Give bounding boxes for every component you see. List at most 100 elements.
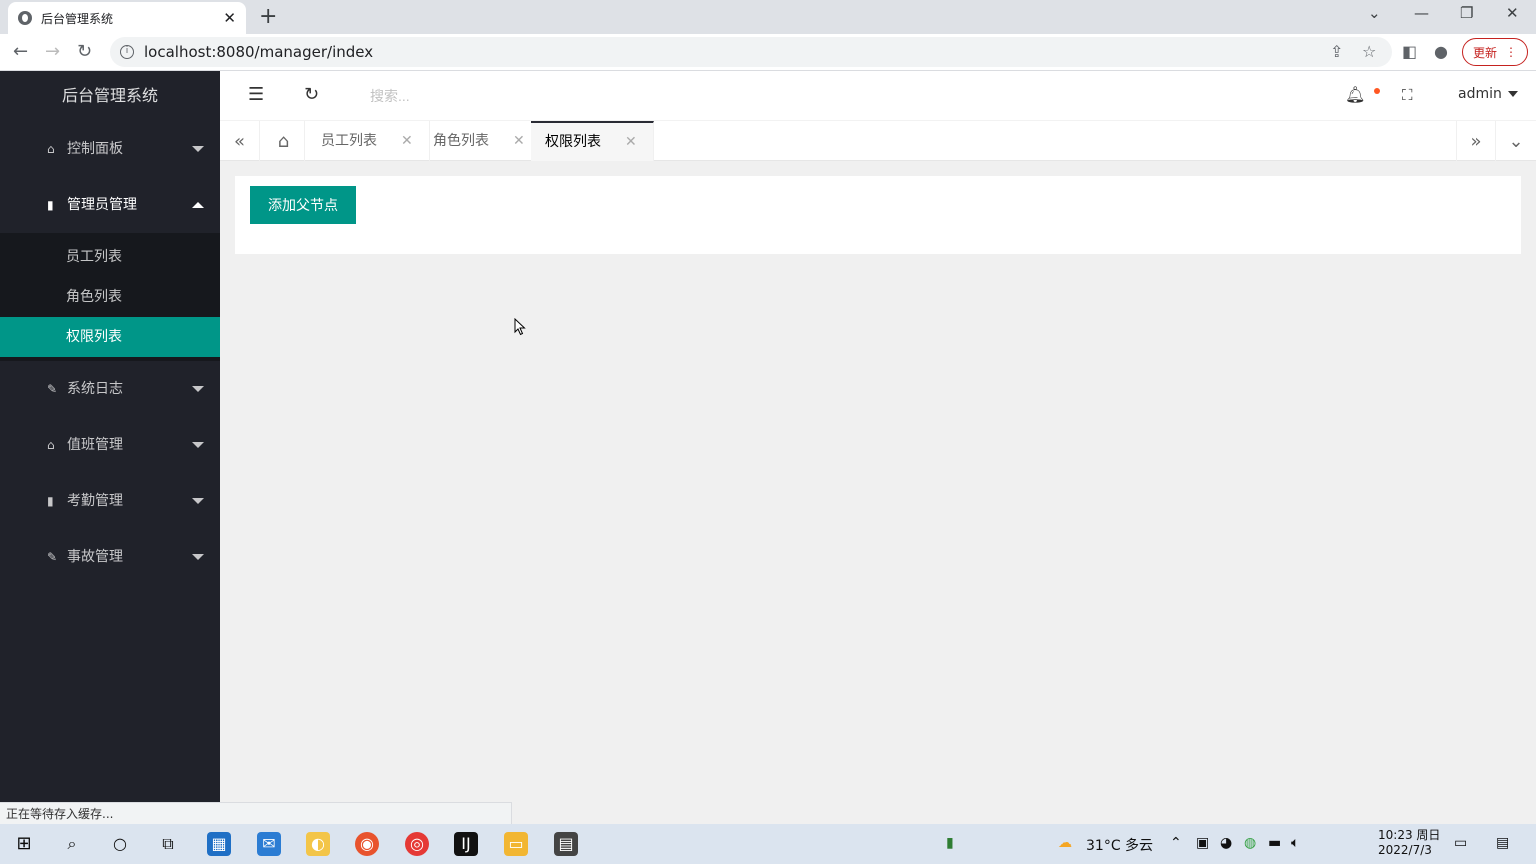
address-bar: ← → ↻ i localhost:8080/manager/index ⇪ ☆… [0,34,1536,71]
sidebar-item-label: 考勤管理 [67,493,123,509]
sidebar-item-dashboard[interactable]: ⌂ 控制面板 [0,121,220,177]
browser-tab-strip: 后台管理系统 ✕ + ⌄ — ❐ ✕ [0,0,1536,34]
back-icon[interactable]: ← [13,41,28,63]
search-input[interactable] [370,85,670,107]
restore-button[interactable]: ❐ [1460,4,1473,22]
chrome-icon[interactable]: ◎ [405,832,429,856]
taskbar: ⊞ ⌕ ○ ⧉ ▦ ✉ ◐ ◉ ◎ IJ ▭ ▤ ▮ ☁ 31°C 多云 ⌃ ▣… [0,824,1536,864]
terminal-app-icon[interactable]: ▤ [554,832,578,856]
update-button[interactable]: 更新 ⋮ [1462,38,1528,66]
close-icon[interactable]: ✕ [401,133,413,149]
sidebar-subitem-permissions[interactable]: 权限列表 [0,317,220,357]
store-icon[interactable]: ▦ [207,832,231,856]
sidebar-item-incidents[interactable]: ✎ 事故管理 [0,529,220,585]
caret-up-icon [192,202,204,208]
sidebar-item-logs[interactable]: ✎ 系统日志 [0,361,220,417]
user-menu[interactable]: admin [1458,86,1518,102]
profile-icon[interactable]: ● [1434,42,1448,61]
app-logo: 后台管理系统 [61,86,158,105]
qq-icon[interactable]: ◕ [1220,835,1232,851]
book-icon: ▮ [47,494,54,508]
add-parent-node-button[interactable]: 添加父节点 [250,186,356,224]
file-explorer-icon[interactable]: ▭ [504,832,528,856]
sync-icon[interactable]: ◍ [1244,835,1256,851]
battery-app-icon[interactable]: ▮ [946,835,954,851]
tab-label: 角色列表 [433,133,489,149]
bookmark-star-icon[interactable]: ☆ [1362,42,1376,61]
tray-app-icon[interactable]: ▣ [1196,835,1209,851]
firefox-icon[interactable]: ◉ [355,832,379,856]
minimize-button[interactable]: — [1414,4,1429,22]
new-tab-button[interactable]: + [259,4,277,30]
window-close-button[interactable]: ✕ [1506,4,1519,22]
close-icon[interactable]: ✕ [513,133,525,149]
sidebar-item-label: 值班管理 [67,437,123,453]
tab-roles[interactable]: 角色列表 ✕ [419,121,542,161]
sidebar-subitem-employees[interactable]: 员工列表 [0,237,220,277]
notification-center-icon[interactable]: ▤ [1496,835,1509,851]
clock[interactable]: 10:23 周日 2022/7/3 [1378,828,1440,858]
clock-time: 10:23 周日 [1378,828,1441,842]
cortana-icon[interactable]: ○ [108,832,132,856]
pencil-icon: ✎ [47,382,58,396]
bell-icon[interactable]: 🔔︎ [1345,85,1365,105]
browser-status-bar: 正在等待存入缓存... [0,802,512,824]
caret-down-icon [192,442,204,448]
share-icon[interactable]: ⇪ [1330,42,1343,61]
caret-down-icon [192,146,204,152]
input-method-icon[interactable]: ▭ [1454,835,1467,851]
fullscreen-icon[interactable]: ⛶ [1402,85,1413,105]
home-icon: ⌂ [47,438,55,452]
more-menu-icon: ⋮ [1505,45,1517,59]
url-field[interactable]: i localhost:8080/manager/index ⇪ ☆ [110,37,1392,67]
sidebar-submenu: 员工列表 角色列表 权限列表 [0,233,220,361]
mail-icon[interactable]: ✉ [257,832,281,856]
windows-start-icon[interactable]: ⊞ [12,832,36,856]
tabs-scroll-left-icon[interactable]: « [220,121,260,161]
menu-toggle-icon[interactable]: ☰ [248,85,264,105]
caret-down-icon [192,386,204,392]
sidebar-item-admin[interactable]: ▮ 管理员管理 [0,177,220,233]
sidebar-item-duty[interactable]: ⌂ 值班管理 [0,417,220,473]
page-tabs: « ⌂ 员工列表 ✕ 角色列表 ✕ 权限列表 ✕ » ⌄ [220,121,1536,161]
network-icon[interactable]: ▬ [1268,835,1281,851]
sidebar-item-attendance[interactable]: ▮ 考勤管理 [0,473,220,529]
browser-tab[interactable]: 后台管理系统 ✕ [8,2,246,34]
notification-dot [1374,88,1380,94]
clock-date: 2022/7/3 [1378,843,1432,857]
username: admin [1458,86,1502,102]
site-info-icon[interactable]: i [120,45,134,59]
update-label: 更新 [1472,45,1497,60]
search-icon[interactable]: ⌕ [60,832,84,856]
close-icon[interactable]: ✕ [625,134,637,150]
intellij-icon[interactable]: IJ [454,832,478,856]
task-view-icon[interactable]: ⧉ [156,832,180,856]
tab-permissions[interactable]: 权限列表 ✕ [531,121,654,161]
sidebar-item-label: 事故管理 [67,549,123,565]
sidebar: 后台管理系统 ⌂ 控制面板 ▮ 管理员管理 员工列表 角色列表 权限列表 ✎ 系… [0,71,220,802]
url-text: localhost:8080/manager/index [144,43,374,61]
home-icon: ⌂ [47,142,55,156]
notes-app-icon[interactable]: ◐ [306,832,330,856]
tab-search-icon[interactable]: ⌄ [1368,4,1381,22]
tray-overflow-icon[interactable]: ⌃ [1170,835,1182,851]
volume-icon[interactable]: 🔈︎ [1291,835,1299,851]
caret-down-icon [1507,91,1518,97]
sidebar-subitem-roles[interactable]: 角色列表 [0,277,220,317]
pencil-icon: ✎ [47,550,58,564]
forward-icon[interactable]: → [45,41,60,63]
side-panel-icon[interactable]: ◧ [1402,42,1417,61]
weather-text[interactable]: 31°C 多云 [1086,835,1153,855]
sidebar-item-label: 管理员管理 [67,197,137,213]
caret-down-icon [192,554,204,560]
close-tab-icon[interactable]: ✕ [223,9,236,27]
reload-icon[interactable]: ↻ [77,41,92,63]
tabs-scroll-right-icon[interactable]: » [1456,121,1496,161]
tab-employees[interactable]: 员工列表 ✕ [307,121,430,161]
tabs-dropdown-icon[interactable]: ⌄ [1496,121,1536,161]
sidebar-item-label: 系统日志 [67,381,123,397]
home-tab-icon[interactable]: ⌂ [263,121,305,161]
sidebar-item-label: 控制面板 [67,141,123,157]
browser-tab-title: 后台管理系统 [41,11,114,26]
refresh-icon[interactable]: ↻ [304,85,319,105]
